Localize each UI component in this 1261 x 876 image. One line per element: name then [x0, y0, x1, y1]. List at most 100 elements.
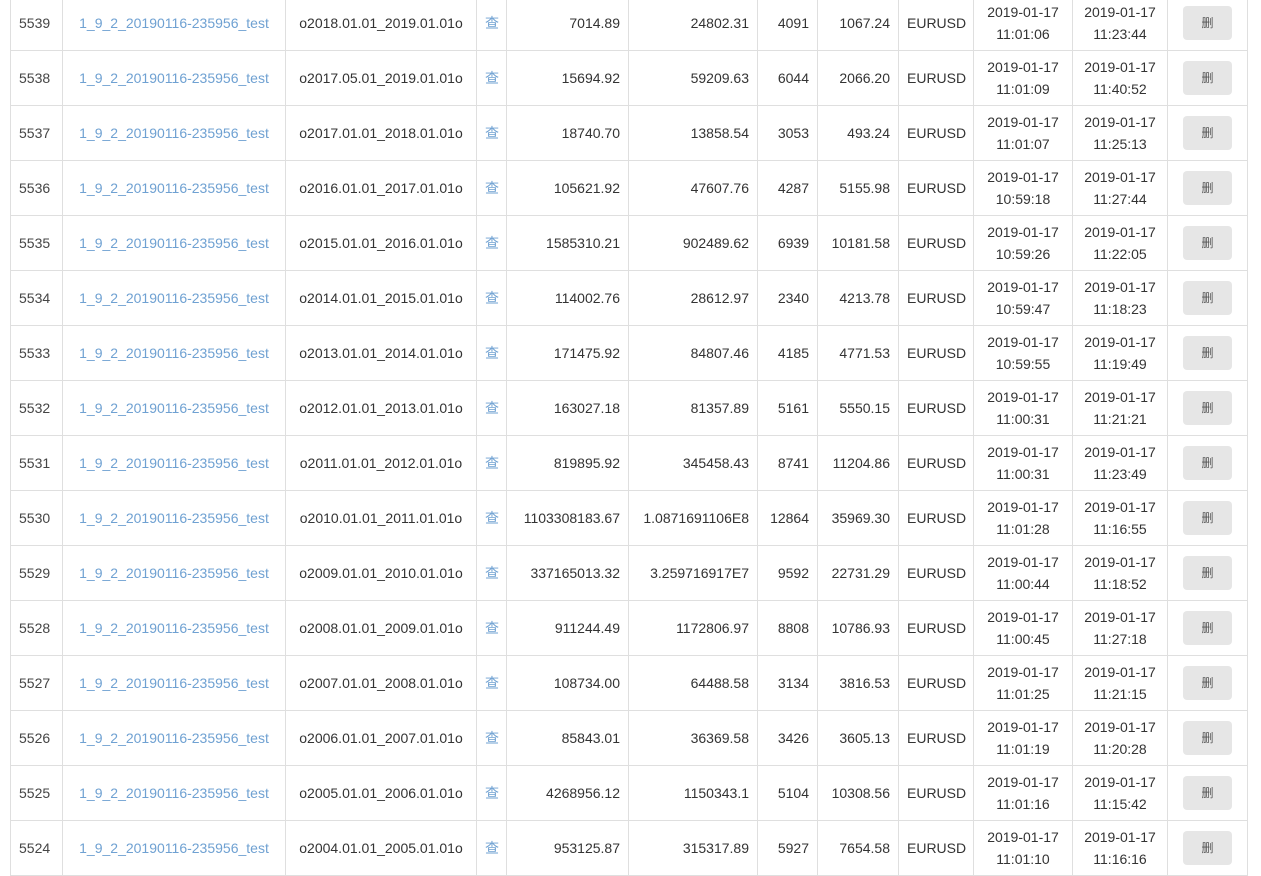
timestamp-date: 2019-01-17: [987, 664, 1059, 680]
delete-button[interactable]: 删: [1183, 281, 1232, 315]
table-row: 5537 1_9_2_20190116-235956_test o2017.01.0…: [10, 105, 1248, 161]
table-row: 5528 1_9_2_20190116-235956_test o2008.01.0…: [10, 600, 1248, 656]
view-link[interactable]: 查: [485, 785, 499, 801]
result-name-link[interactable]: 1_9_2_20190116-235956_test: [79, 125, 269, 141]
row-id-cell: 5532: [10, 380, 63, 436]
delete-button[interactable]: 删: [1183, 336, 1232, 370]
value-4-cell: 7654.58: [817, 820, 899, 876]
value-4-cell: 1067.24: [817, 0, 899, 51]
timestamp-date: 2019-01-17: [987, 554, 1059, 570]
result-name-link[interactable]: 1_9_2_20190116-235956_test: [79, 785, 269, 801]
delete-button[interactable]: 删: [1183, 61, 1232, 95]
timestamp-time: 11:01:16: [996, 796, 1050, 812]
view-link[interactable]: 查: [485, 565, 499, 581]
result-name-link[interactable]: 1_9_2_20190116-235956_test: [79, 565, 269, 581]
created-time-cell: 2019-01-17 11:01:16: [973, 765, 1073, 821]
value-1-cell: 105621.92: [506, 160, 629, 216]
view-link[interactable]: 查: [485, 730, 499, 746]
result-name-link[interactable]: 1_9_2_20190116-235956_test: [79, 290, 269, 306]
timestamp-time: 11:16:16: [1093, 851, 1147, 867]
value-4-cell: 10181.58: [817, 215, 899, 271]
date-range-cell: o2018.01.01_2019.01.01o: [285, 0, 477, 51]
delete-button[interactable]: 删: [1183, 666, 1232, 700]
row-id-cell: 5534: [10, 270, 63, 326]
view-link[interactable]: 查: [485, 840, 499, 856]
value-2-cell: 315317.89: [628, 820, 758, 876]
row-id-cell: 5537: [10, 105, 63, 161]
result-name-link[interactable]: 1_9_2_20190116-235956_test: [79, 15, 269, 31]
symbol-cell: EURUSD: [898, 0, 974, 51]
view-link[interactable]: 查: [485, 400, 499, 416]
delete-button[interactable]: 删: [1183, 776, 1232, 810]
updated-time-cell: 2019-01-17 11:27:18: [1072, 600, 1168, 656]
timestamp-date: 2019-01-17: [987, 169, 1059, 185]
result-name-link[interactable]: 1_9_2_20190116-235956_test: [79, 235, 269, 251]
delete-button[interactable]: 删: [1183, 721, 1232, 755]
created-time-cell: 2019-01-17 11:00:44: [973, 545, 1073, 601]
value-3-cell: 2340: [757, 270, 818, 326]
table-row: 5529 1_9_2_20190116-235956_test o2009.01.0…: [10, 545, 1248, 601]
view-cell: 查: [476, 215, 507, 271]
result-name-link[interactable]: 1_9_2_20190116-235956_test: [79, 400, 269, 416]
view-link[interactable]: 查: [485, 125, 499, 141]
row-id-cell: 5526: [10, 710, 63, 766]
result-name-link[interactable]: 1_9_2_20190116-235956_test: [79, 180, 269, 196]
delete-button[interactable]: 删: [1183, 446, 1232, 480]
timestamp-time: 11:18:52: [1093, 576, 1147, 592]
delete-button[interactable]: 删: [1183, 501, 1232, 535]
updated-time-cell: 2019-01-17 11:23:44: [1072, 0, 1168, 51]
result-name-link[interactable]: 1_9_2_20190116-235956_test: [79, 840, 269, 856]
view-link[interactable]: 查: [485, 620, 499, 636]
result-name-link[interactable]: 1_9_2_20190116-235956_test: [79, 510, 269, 526]
value-4-cell: 3816.53: [817, 655, 899, 711]
updated-time-cell: 2019-01-17 11:18:52: [1072, 545, 1168, 601]
updated-time-cell: 2019-01-17 11:27:44: [1072, 160, 1168, 216]
delete-button[interactable]: 删: [1183, 116, 1232, 150]
result-name-link[interactable]: 1_9_2_20190116-235956_test: [79, 675, 269, 691]
delete-button[interactable]: 删: [1183, 556, 1232, 590]
result-name-link[interactable]: 1_9_2_20190116-235956_test: [79, 70, 269, 86]
result-name-link[interactable]: 1_9_2_20190116-235956_test: [79, 620, 269, 636]
view-link[interactable]: 查: [485, 235, 499, 251]
row-id-cell: 5536: [10, 160, 63, 216]
table-row: 5535 1_9_2_20190116-235956_test o2015.01.0…: [10, 215, 1248, 271]
timestamp-time: 11:01:28: [996, 521, 1050, 537]
updated-time-cell: 2019-01-17 11:40:52: [1072, 50, 1168, 106]
symbol-cell: EURUSD: [898, 490, 974, 546]
symbol-cell: EURUSD: [898, 325, 974, 381]
view-cell: 查: [476, 710, 507, 766]
name-cell: 1_9_2_20190116-235956_test: [62, 710, 286, 766]
created-time-cell: 2019-01-17 11:01:10: [973, 820, 1073, 876]
result-name-link[interactable]: 1_9_2_20190116-235956_test: [79, 345, 269, 361]
view-link[interactable]: 查: [485, 455, 499, 471]
timestamp-time: 11:18:23: [1093, 301, 1147, 317]
delete-button[interactable]: 删: [1183, 226, 1232, 260]
delete-button[interactable]: 删: [1183, 831, 1232, 865]
created-time-cell: 2019-01-17 11:01:25: [973, 655, 1073, 711]
date-range-cell: o2008.01.01_2009.01.01o: [285, 600, 477, 656]
delete-button[interactable]: 删: [1183, 611, 1232, 645]
value-3-cell: 3053: [757, 105, 818, 161]
view-cell: 查: [476, 380, 507, 436]
value-3-cell: 3134: [757, 655, 818, 711]
value-4-cell: 5550.15: [817, 380, 899, 436]
view-link[interactable]: 查: [485, 345, 499, 361]
view-link[interactable]: 查: [485, 290, 499, 306]
result-name-link[interactable]: 1_9_2_20190116-235956_test: [79, 455, 269, 471]
view-link[interactable]: 查: [485, 70, 499, 86]
timestamp-date: 2019-01-17: [1084, 499, 1156, 515]
date-range-cell: o2007.01.01_2008.01.01o: [285, 655, 477, 711]
timestamp-time: 10:59:47: [995, 301, 1051, 317]
date-range-cell: o2004.01.01_2005.01.01o: [285, 820, 477, 876]
view-link[interactable]: 查: [485, 675, 499, 691]
view-link[interactable]: 查: [485, 180, 499, 196]
delete-button[interactable]: 删: [1183, 391, 1232, 425]
table-row: 5536 1_9_2_20190116-235956_test o2016.01.0…: [10, 160, 1248, 216]
value-2-cell: 81357.89: [628, 380, 758, 436]
view-link[interactable]: 查: [485, 510, 499, 526]
delete-button[interactable]: 删: [1183, 6, 1232, 40]
result-name-link[interactable]: 1_9_2_20190116-235956_test: [79, 730, 269, 746]
delete-button[interactable]: 删: [1183, 171, 1232, 205]
view-link[interactable]: 查: [485, 15, 499, 31]
symbol-cell: EURUSD: [898, 600, 974, 656]
